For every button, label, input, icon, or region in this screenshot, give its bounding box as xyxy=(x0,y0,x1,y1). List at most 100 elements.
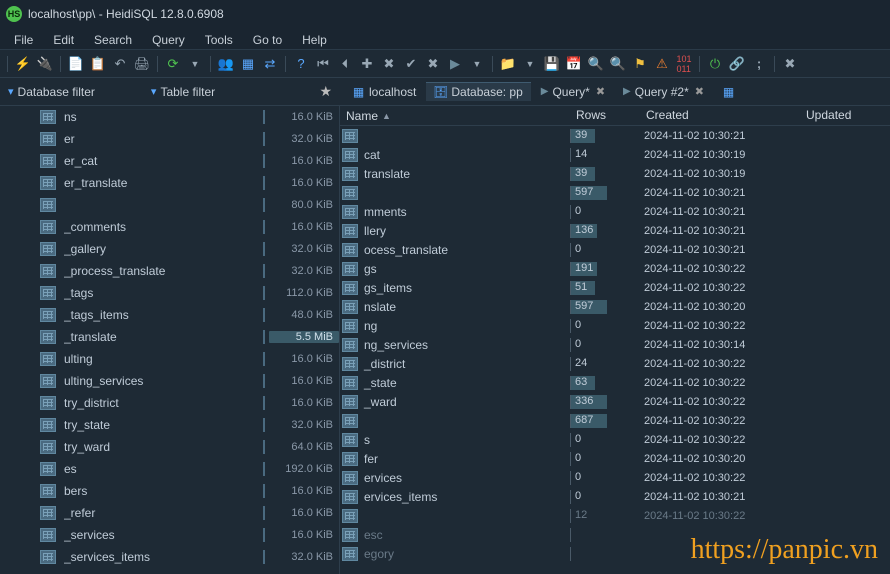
table-grid[interactable]: 392024-11-02 10:30:21cat142024-11-02 10:… xyxy=(340,126,890,574)
menu-edit[interactable]: Edit xyxy=(43,31,84,49)
tree-row[interactable]: ulting16.0 KiB xyxy=(0,348,339,370)
print-icon[interactable]: 🖨 xyxy=(132,54,152,74)
search-icon[interactable]: 🔍 xyxy=(586,54,606,74)
flag-icon[interactable]: ⚑ xyxy=(630,54,650,74)
exit-icon[interactable]: ⏻ xyxy=(705,54,725,74)
tree-row[interactable]: _process_translate32.0 KiB xyxy=(0,260,339,282)
add-icon[interactable]: ✚ xyxy=(357,54,377,74)
warning-icon[interactable]: ⚠ xyxy=(652,54,672,74)
semicolon-icon[interactable]: ; xyxy=(749,54,769,74)
plug-new-icon[interactable]: 🔌 xyxy=(35,54,55,74)
check-icon[interactable]: ✔ xyxy=(401,54,421,74)
calendar-icon[interactable]: 📅 xyxy=(564,54,584,74)
tree-row[interactable]: try_state32.0 KiB xyxy=(0,414,339,436)
table-row[interactable]: _district242024-11-02 10:30:22 xyxy=(340,354,890,373)
table-row[interactable]: ng02024-11-02 10:30:22 xyxy=(340,316,890,335)
paste-icon[interactable]: 📋 xyxy=(88,54,108,74)
table-icon[interactable]: ▦ xyxy=(238,54,258,74)
menu-search[interactable]: Search xyxy=(84,31,142,49)
table-row[interactable]: 5972024-11-02 10:30:21 xyxy=(340,183,890,202)
tree-row[interactable]: 80.0 KiB xyxy=(0,194,339,216)
cancel-icon[interactable]: ✖ xyxy=(423,54,443,74)
tree-row[interactable]: bers16.0 KiB xyxy=(0,480,339,502)
table-row[interactable]: gs_items512024-11-02 10:30:22 xyxy=(340,278,890,297)
tree-row[interactable]: er_translate16.0 KiB xyxy=(0,172,339,194)
tree-row[interactable]: _services_items32.0 KiB xyxy=(0,546,339,568)
help-icon[interactable]: ? xyxy=(291,54,311,74)
favorite-icon[interactable]: ★ xyxy=(319,83,332,100)
dropdown-icon[interactable]: ▼ xyxy=(467,54,487,74)
col-rows[interactable]: Rows xyxy=(570,106,640,125)
col-created[interactable]: Created xyxy=(640,106,800,125)
table-row[interactable]: 6872024-11-02 10:30:22 xyxy=(340,411,890,430)
table-row[interactable]: gs1912024-11-02 10:30:22 xyxy=(340,259,890,278)
refresh-icon[interactable]: ⟳ xyxy=(163,54,183,74)
database-filter[interactable]: ▾ Database filter xyxy=(0,85,103,99)
table-row[interactable]: translate392024-11-02 10:30:19 xyxy=(340,164,890,183)
tree-row[interactable]: er_cat16.0 KiB xyxy=(0,150,339,172)
table-row[interactable]: egory xyxy=(340,544,890,563)
table-row[interactable]: 392024-11-02 10:30:21 xyxy=(340,126,890,145)
menu-file[interactable]: File xyxy=(4,31,43,49)
dropdown-icon[interactable]: ▼ xyxy=(185,54,205,74)
tab-new[interactable]: ▦ xyxy=(714,83,743,100)
table-filter[interactable]: ▾ Table filter xyxy=(143,85,223,99)
error-icon[interactable]: 101011 xyxy=(674,54,694,74)
col-updated[interactable]: Updated xyxy=(800,106,890,125)
table-row[interactable]: mments02024-11-02 10:30:21 xyxy=(340,202,890,221)
first-icon[interactable]: ⏮ xyxy=(313,54,333,74)
tab-query-2[interactable]: ▶ Query #2* ✖ xyxy=(615,83,712,101)
tree-row[interactable]: try_district16.0 KiB xyxy=(0,392,339,414)
copy-icon[interactable]: 📄 xyxy=(66,54,86,74)
tree-row[interactable]: er32.0 KiB xyxy=(0,128,339,150)
table-row[interactable]: llery1362024-11-02 10:30:21 xyxy=(340,221,890,240)
close-tab-icon[interactable]: ✖ xyxy=(596,85,605,98)
table-row[interactable]: nslate5972024-11-02 10:30:20 xyxy=(340,297,890,316)
table-row[interactable]: cat142024-11-02 10:30:19 xyxy=(340,145,890,164)
delete-icon[interactable]: ✖ xyxy=(379,54,399,74)
user-icon[interactable]: 👥 xyxy=(216,54,236,74)
dropdown-icon[interactable]: ▼ xyxy=(520,54,540,74)
table-row[interactable]: ervices_items02024-11-02 10:30:21 xyxy=(340,487,890,506)
menu-tools[interactable]: Tools xyxy=(195,31,243,49)
close-icon[interactable]: ✖ xyxy=(780,54,800,74)
swap-icon[interactable]: ⇄ xyxy=(260,54,280,74)
menu-goto[interactable]: Go to xyxy=(243,31,292,49)
table-row[interactable]: _state632024-11-02 10:30:22 xyxy=(340,373,890,392)
tree-row[interactable]: _tags_items48.0 KiB xyxy=(0,304,339,326)
table-row[interactable]: 122024-11-02 10:30:22 xyxy=(340,506,890,525)
tree-row[interactable]: _gallery32.0 KiB xyxy=(0,238,339,260)
tree-row[interactable]: _services16.0 KiB xyxy=(0,524,339,546)
plug-icon[interactable]: ⚡ xyxy=(13,54,33,74)
table-row[interactable]: fer02024-11-02 10:30:20 xyxy=(340,449,890,468)
link-icon[interactable]: 🔗 xyxy=(727,54,747,74)
prev-icon[interactable]: ⏴ xyxy=(335,54,355,74)
close-tab-icon[interactable]: ✖ xyxy=(695,85,704,98)
tree-row[interactable]: _translate5.5 MiB xyxy=(0,326,339,348)
menu-help[interactable]: Help xyxy=(292,31,337,49)
tree-row[interactable]: ulting_services16.0 KiB xyxy=(0,370,339,392)
tree-row[interactable]: try_ward64.0 KiB xyxy=(0,436,339,458)
run-icon[interactable]: ▶ xyxy=(445,54,465,74)
table-row[interactable]: _ward3362024-11-02 10:30:22 xyxy=(340,392,890,411)
tree-row[interactable]: _comments16.0 KiB xyxy=(0,216,339,238)
col-name[interactable]: Name ▲ xyxy=(340,106,570,125)
tree-row[interactable]: es192.0 KiB xyxy=(0,458,339,480)
folder-icon[interactable]: 📁 xyxy=(498,54,518,74)
save-icon[interactable]: 💾 xyxy=(542,54,562,74)
table-row[interactable]: esc xyxy=(340,525,890,544)
table-row[interactable]: ng_services02024-11-02 10:30:14 xyxy=(340,335,890,354)
sidebar-tree[interactable]: ns16.0 KiBer32.0 KiBer_cat16.0 KiBer_tra… xyxy=(0,106,339,574)
tab-host[interactable]: ▦ localhost xyxy=(344,83,424,101)
table-row[interactable]: s02024-11-02 10:30:22 xyxy=(340,430,890,449)
table-row[interactable]: ervices02024-11-02 10:30:22 xyxy=(340,468,890,487)
menu-query[interactable]: Query xyxy=(142,31,195,49)
tab-database[interactable]: 🗄 Database: pp xyxy=(426,82,530,101)
tree-row[interactable]: _refer16.0 KiB xyxy=(0,502,339,524)
undo-icon[interactable]: ↶ xyxy=(110,54,130,74)
tree-row[interactable]: _tags112.0 KiB xyxy=(0,282,339,304)
tree-row[interactable]: ns16.0 KiB xyxy=(0,106,339,128)
tab-query-1[interactable]: ▶ Query* ✖ xyxy=(533,83,613,101)
zoom-icon[interactable]: 🔍 xyxy=(608,54,628,74)
table-row[interactable]: ocess_translate02024-11-02 10:30:21 xyxy=(340,240,890,259)
